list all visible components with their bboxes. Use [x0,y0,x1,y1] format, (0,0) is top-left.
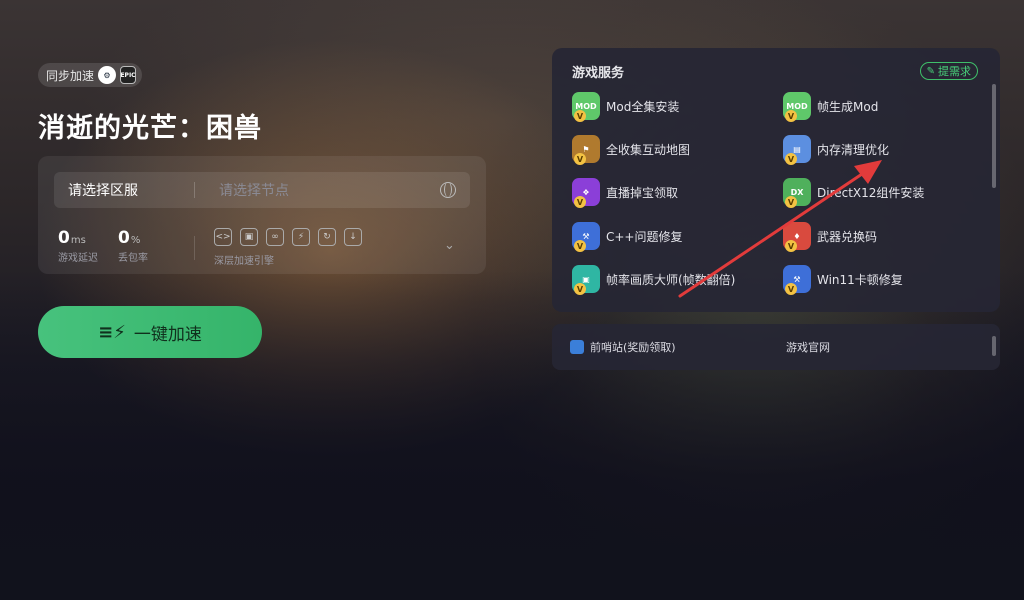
pen-icon: ✎ [926,65,935,77]
service-memory-clean[interactable]: ▤ V 内存清理优化 [783,135,890,165]
outpost-icon [570,340,584,354]
service-weapon-code[interactable]: ♦ V 武器兑换码 [783,222,878,252]
node-select[interactable]: 请选择节点 [195,180,440,200]
service-label: 帧率画质大师(帧数翻倍) [606,272,736,287]
mod-icon: MOD V [572,92,600,122]
accelerate-button[interactable]: ≡⚡ 一键加速 [38,306,262,358]
globe-icon[interactable] [440,182,456,198]
download-icon[interactable]: ↓ [344,228,362,246]
wrench-icon: ⚒ V [783,265,811,295]
latency-unit: ms [70,235,86,246]
platform-sync-label: 同步加速 [46,68,95,83]
service-directx12[interactable]: DX V DirectX12组件安装 [783,178,925,208]
engine-section: <> ▣ ∞ ⚡ ↻ ↓ 深层加速引擎 [214,228,362,267]
services-title: 游戏服务 [572,66,625,81]
gift-icon: ❖ V [572,178,600,208]
wrench-icon: ⚒ V [572,222,600,252]
fps-icon: ▣ V [572,265,600,295]
engine-label: 深层加速引擎 [214,256,274,267]
latency-value: 0 [58,228,70,248]
service-label: DirectX12组件安装 [817,185,925,200]
service-label: Mod全集安装 [606,99,680,114]
platform-sync-pill[interactable]: 同步加速 ⚙ EPIC [38,63,143,87]
server-node-selector[interactable]: 请选择区服 请选择节点 [54,172,470,208]
service-label: C++问题修复 [606,229,683,244]
lightning-icon[interactable]: ⚡ [292,228,310,246]
links-bar: 前哨站(奖励领取) 游戏官网 [552,324,1000,370]
latency-stat: 0ms 游戏延迟 [58,228,98,264]
refresh-icon[interactable]: ↻ [318,228,336,246]
directx-icon: DX V [783,178,811,208]
mod-icon: MOD V [783,92,811,122]
service-frame-gen-mod[interactable]: MOD V 帧生成Mod [783,92,879,122]
window-icon[interactable]: ▣ [240,228,258,246]
service-label: 帧生成Mod [817,99,879,114]
chevron-down-icon[interactable]: ⌄ [444,238,455,253]
latency-label: 游戏延迟 [58,253,98,264]
service-win11-fix[interactable]: ⚒ V Win11卡顿修复 [783,265,903,295]
accelerator-card: 请选择区服 请选择节点 0ms 游戏延迟 0% 丢包率 <> ▣ ∞ ⚡ ↻ ↓… [38,156,486,274]
loss-unit: % [130,235,141,246]
stats-divider [194,236,195,260]
request-feature-button[interactable]: ✎ 提需求 [919,62,978,80]
card-icon: ♦ V [783,222,811,252]
game-services-panel: 游戏服务 ✎ 提需求 MOD V Mod全集安装 MOD V 帧生成Mod ⚑ V 全… [552,48,1000,312]
accelerate-label: 一键加速 [133,324,202,345]
request-label: 提需求 [938,65,971,78]
loss-value: 0 [118,228,130,248]
links-scrollbar[interactable] [992,336,996,356]
service-label: 武器兑换码 [817,229,878,244]
services-scrollbar[interactable] [992,84,996,188]
code-icon[interactable]: <> [214,228,232,246]
outpost-label: 前哨站(奖励领取) [590,341,676,354]
outpost-link[interactable]: 前哨站(奖励领取) [570,339,676,355]
official-site-link[interactable]: 游戏官网 [786,339,830,355]
epic-icon: EPIC [120,66,137,84]
service-label: 直播掉宝领取 [606,185,679,200]
memory-icon: ▤ V [783,135,811,165]
service-label: 内存清理优化 [817,142,890,157]
steam-icon: ⚙ [98,66,117,84]
accelerate-bolt-icon: ≡⚡ [98,321,126,343]
link-icon[interactable]: ∞ [266,228,284,246]
service-cpp-fix[interactable]: ⚒ V C++问题修复 [572,222,683,252]
service-mod-install[interactable]: MOD V Mod全集安装 [572,92,680,122]
service-stream-drops[interactable]: ❖ V 直播掉宝领取 [572,178,679,208]
game-title: 消逝的光芒：困兽 [38,113,262,144]
packet-loss-stat: 0% 丢包率 [118,228,148,264]
service-label: 全收集互动地图 [606,142,691,157]
region-select[interactable]: 请选择区服 [54,180,194,200]
service-interactive-map[interactable]: ⚑ V 全收集互动地图 [572,135,691,165]
loss-label: 丢包率 [118,253,148,264]
service-fps-master[interactable]: ▣ V 帧率画质大师(帧数翻倍) [572,265,736,295]
map-icon: ⚑ V [572,135,600,165]
service-label: Win11卡顿修复 [817,272,903,287]
